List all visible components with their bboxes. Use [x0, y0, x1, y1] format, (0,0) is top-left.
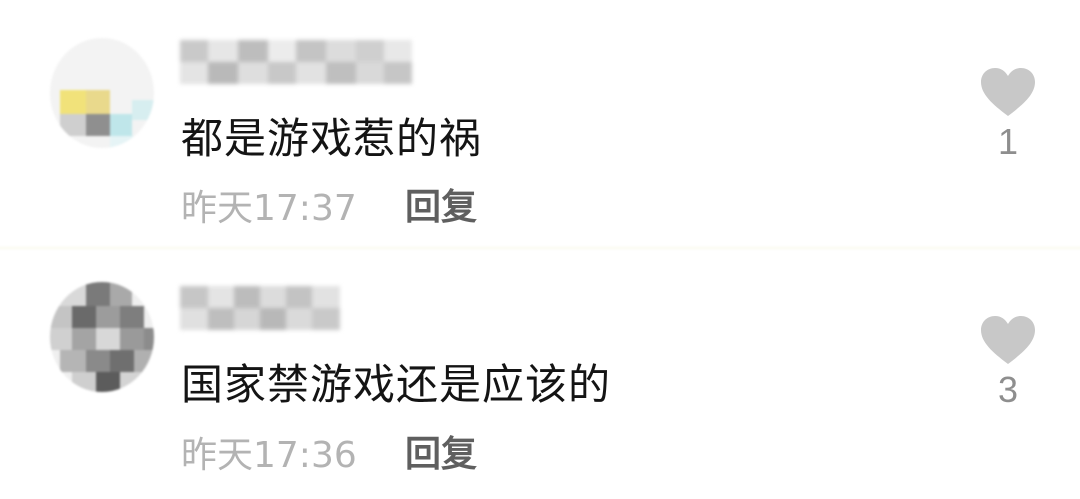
- comment-time: 昨天17:37: [181, 188, 357, 229]
- comment-item: 国家禁游戏还是应该的 昨天17:36 回复 3: [0, 250, 1080, 495]
- reply-button[interactable]: 回复: [405, 190, 477, 226]
- username-blurred[interactable]: [180, 40, 412, 84]
- like-button[interactable]: 1: [968, 68, 1048, 160]
- like-button[interactable]: 3: [968, 316, 1048, 408]
- avatar[interactable]: [50, 282, 154, 392]
- comment-item: 都是游戏惹的祸 昨天17:37 回复 1: [0, 0, 1080, 245]
- comment-text: 国家禁游戏还是应该的: [181, 360, 612, 409]
- like-count: 1: [997, 121, 1019, 162]
- username-blurred[interactable]: [180, 286, 340, 330]
- avatar[interactable]: [50, 38, 154, 148]
- like-count: 3: [997, 369, 1019, 410]
- reply-button[interactable]: 回复: [405, 437, 477, 473]
- comment-time: 昨天17:36: [181, 435, 357, 476]
- heart-icon: [981, 316, 1035, 364]
- heart-icon: [981, 68, 1035, 116]
- comment-text: 都是游戏惹的祸: [181, 114, 483, 163]
